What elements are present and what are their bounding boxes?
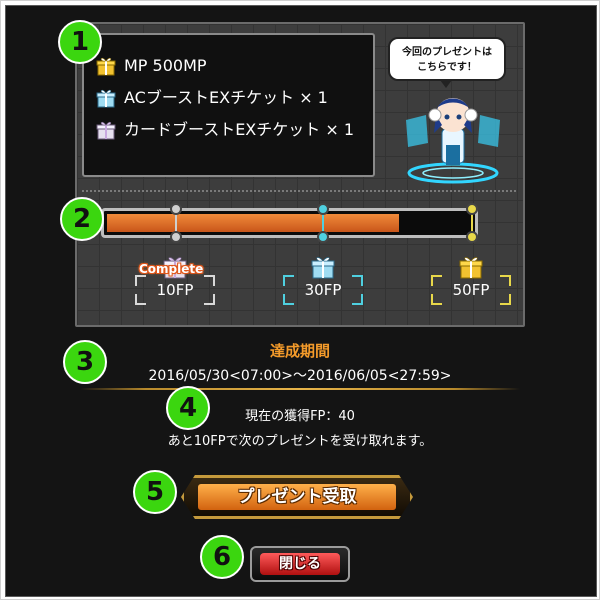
annotation-badge-4: 4 [166,386,210,430]
annotation-badge-2: 2 [60,197,104,241]
close-button[interactable]: 閉じる [250,546,350,582]
close-button-label[interactable]: 閉じる [260,553,340,575]
gold-divider [80,388,520,390]
speech-line: こちらです！ [417,62,477,73]
milestone-50fp: 50FP [431,255,511,305]
reward-item: カードブーストEXチケット × 1 [96,119,359,141]
annotation-badge-3: 3 [63,340,107,384]
gold-gift-icon [96,57,116,76]
reward-item: MP 500MP [96,55,359,77]
receive-present-button-face[interactable]: プレゼント受取 [198,484,396,510]
milestone-node [466,203,478,215]
milestone-label: 50FP [452,281,490,299]
milestone-node [170,203,182,215]
fp-progress-bar [101,208,478,238]
silver-gift-icon [96,121,116,140]
reward-item: ACブーストEXチケット × 1 [96,87,359,109]
annotation-badge-6: 6 [200,535,244,579]
current-fp-text: 現在の獲得FP：40 [245,409,355,424]
reward-text: カードブーストEXチケット × 1 [124,120,355,139]
milestone-node [317,231,329,243]
complete-label: Complete [139,262,204,276]
reward-text: MP 500MP [124,56,207,75]
annotation-badge-5: 5 [133,470,177,514]
speech-line: 今回のプレゼントは [402,47,492,58]
gold-gift-icon [459,257,483,279]
milestone-30fp: 30FP [283,255,363,305]
divider [82,190,516,192]
fp-progress-fill [107,214,399,232]
receive-present-label[interactable]: プレゼント受取 [198,484,396,510]
speech-bubble: 今回のプレゼントは こちらです！ [388,37,506,81]
milestone-label: 10FP [156,281,194,299]
blue-gift-icon [311,257,335,279]
next-present-text: あと10FPで次のプレゼントを受け取れます。 [167,434,433,449]
reward-text: ACブーストEXチケット × 1 [124,88,328,107]
receive-present-button[interactable]: プレゼント受取 [181,475,413,519]
blue-gift-icon [96,89,116,108]
milestone-node [170,231,182,243]
milestone-node [317,203,329,215]
milestone-10fp: Complete 10FP [135,255,215,305]
annotation-badge-1: 1 [58,20,102,64]
mascot-character [406,98,500,184]
milestone-node [466,231,478,243]
close-button-face[interactable]: 閉じる [260,553,340,575]
milestone-label: 30FP [304,281,342,299]
